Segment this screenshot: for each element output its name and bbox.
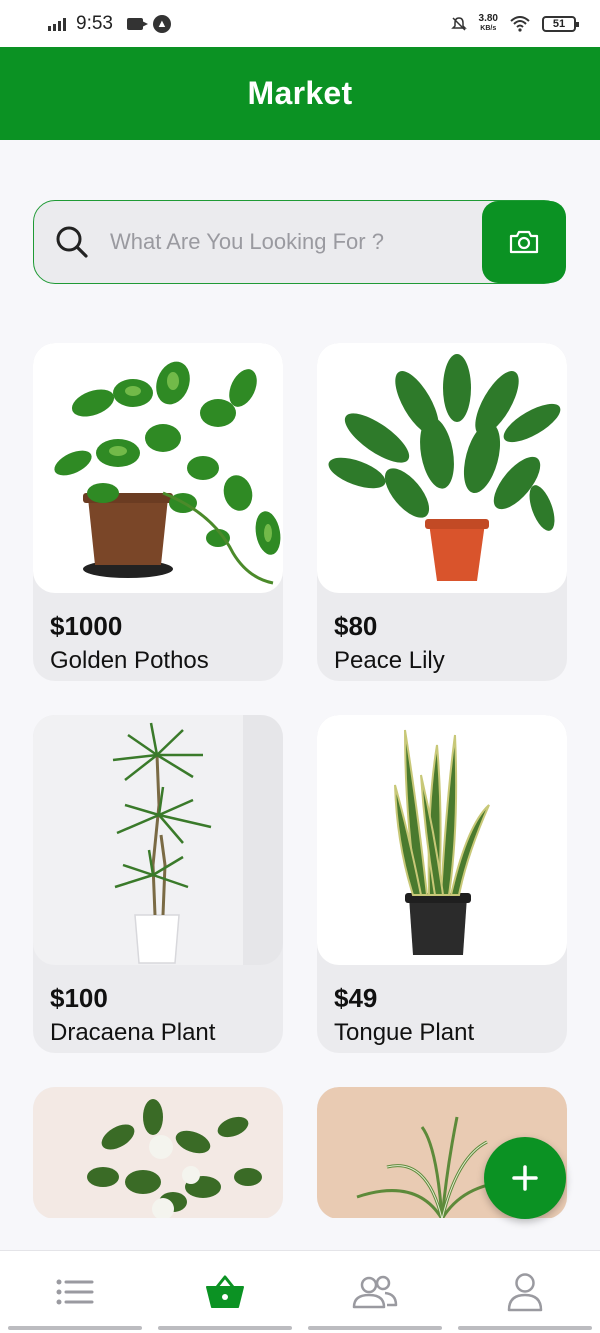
plus-icon (512, 1165, 538, 1191)
product-image (33, 343, 283, 593)
nav-item-list[interactable] (0, 1251, 150, 1333)
signal-icon (48, 17, 66, 31)
product-name: Golden Pothos (50, 647, 209, 674)
product-name: Peace Lily (334, 647, 445, 674)
basket-icon (206, 1275, 244, 1308)
nav-item-community[interactable] (300, 1251, 450, 1333)
product-price: $49 (334, 983, 378, 1013)
product-card[interactable]: $1000 Golden Pothos (33, 343, 283, 681)
product-image (317, 715, 567, 965)
content-fade (0, 1218, 600, 1250)
search-icon[interactable] (54, 224, 90, 260)
camera-search-button[interactable] (482, 201, 566, 283)
wifi-icon (510, 15, 530, 32)
bottom-navigation (0, 1250, 600, 1333)
app-header: Market (0, 47, 600, 140)
product-price: $80 (334, 611, 378, 641)
product-image (33, 715, 283, 965)
nav-item-profile[interactable] (450, 1251, 600, 1333)
profile-icon (507, 1273, 543, 1312)
status-time: 9:53 (76, 12, 113, 34)
product-card[interactable] (33, 1087, 283, 1219)
product-price: $1000 (50, 611, 123, 641)
muted-bell-icon (450, 16, 467, 31)
product-card[interactable]: $49 Tongue Plant (317, 715, 567, 1053)
add-plant-button[interactable] (484, 1137, 566, 1219)
search-bar (33, 200, 566, 284)
product-name: Tongue Plant (334, 1019, 475, 1046)
camera-icon (509, 230, 539, 254)
product-price: $100 (50, 983, 108, 1013)
video-camera-icon (126, 17, 148, 30)
product-card[interactable]: $100 Dracaena Plant (33, 715, 283, 1053)
product-image (317, 343, 567, 593)
network-speed: 3.80 KB/s (478, 12, 498, 32)
product-card[interactable]: $80 Peace Lily (317, 343, 567, 681)
app-notification-icon: ▲ (152, 14, 171, 33)
users-icon (352, 1275, 398, 1309)
list-icon (56, 1279, 94, 1305)
nav-item-market[interactable] (150, 1251, 300, 1333)
battery-icon: 51 (542, 15, 579, 32)
product-image (33, 1087, 283, 1219)
product-name: Dracaena Plant (50, 1019, 216, 1046)
page-title: Market (247, 75, 353, 111)
status-bar: 9:53 ▲ 3.80 KB/s 51 (0, 0, 600, 47)
